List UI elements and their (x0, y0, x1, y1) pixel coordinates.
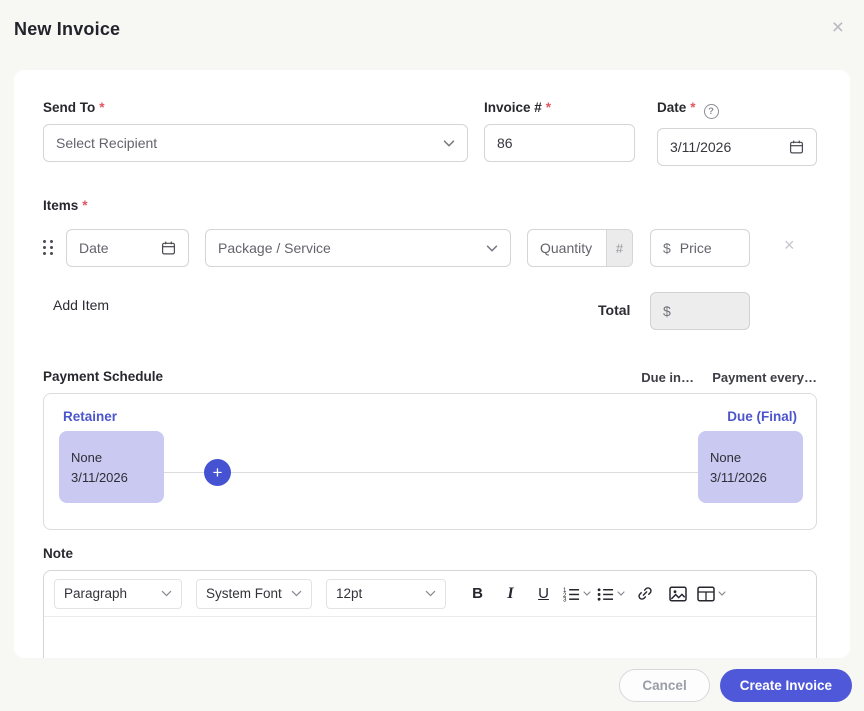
invoice-date-input-wrap (657, 128, 817, 166)
item-date-input[interactable] (79, 240, 161, 256)
send-to-field: Send To * Select Recipient (43, 100, 468, 162)
create-invoice-button[interactable]: Create Invoice (719, 669, 852, 702)
required-asterisk: * (545, 100, 552, 115)
quantity-input-wrap: # (527, 229, 633, 267)
block-format-value: Paragraph (64, 586, 128, 601)
invoice-number-label: Invoice # * (484, 100, 552, 115)
bullet-list-icon (597, 587, 614, 601)
price-input-wrap: $ (650, 229, 750, 267)
invoice-number-input[interactable] (497, 135, 622, 151)
link-button[interactable] (631, 580, 658, 608)
due-final-payment-card[interactable]: None 3/11/2026 (698, 431, 803, 503)
payment-every-column-header: Payment every… (712, 370, 817, 385)
font-size-value: 12pt (336, 586, 363, 601)
remove-item-icon[interactable]: × (784, 236, 795, 254)
block-format-select[interactable]: Paragraph (54, 578, 182, 609)
chevron-down-icon (161, 590, 172, 597)
chevron-down-icon (291, 590, 302, 597)
cancel-button[interactable]: Cancel (619, 669, 710, 702)
price-input[interactable] (679, 240, 737, 256)
total-input: $ (650, 292, 750, 330)
retainer-label: Retainer (63, 409, 118, 424)
required-asterisk: * (690, 100, 696, 115)
invoice-date-field: Date *? (657, 100, 817, 166)
invoice-date-label: Date *? (657, 100, 817, 119)
required-asterisk: * (82, 198, 88, 213)
chevron-down-icon (425, 590, 436, 597)
close-icon[interactable]: × (832, 17, 844, 38)
due-final-label: Due (Final) (727, 409, 797, 424)
retainer-amount: None (71, 449, 103, 465)
modal-title: New Invoice (14, 19, 121, 39)
invoice-date-input[interactable] (670, 139, 789, 155)
package-service-placeholder: Package / Service (218, 240, 331, 256)
note-editor: Paragraph System Font 12pt B I U 123 (43, 570, 817, 658)
item-date-input-wrap (66, 229, 189, 267)
font-size-select[interactable]: 12pt (326, 578, 446, 609)
add-item-button[interactable]: Add Item (53, 297, 109, 313)
currency-symbol: $ (663, 240, 671, 256)
payment-schedule-label: Payment Schedule (43, 369, 164, 384)
help-icon[interactable]: ? (703, 104, 719, 119)
font-family-value: System Font (206, 586, 282, 601)
retainer-date: 3/11/2026 (71, 469, 128, 485)
required-asterisk: * (99, 100, 105, 115)
chevron-down-icon (583, 591, 591, 596)
bold-button[interactable]: B (464, 580, 491, 608)
font-family-select[interactable]: System Font (196, 578, 312, 609)
payment-schedule-box: Retainer Due (Final) None 3/11/2026 + No… (43, 393, 817, 530)
insert-image-button[interactable] (664, 580, 691, 608)
invoice-number-input-wrap (484, 124, 635, 162)
table-icon (697, 586, 715, 601)
total-label: Total (598, 302, 631, 318)
send-to-placeholder: Select Recipient (56, 135, 158, 151)
send-to-label: Send To * (43, 100, 105, 115)
send-to-select[interactable]: Select Recipient (43, 124, 468, 162)
chevron-down-icon (443, 139, 455, 147)
timeline-connector (164, 472, 698, 473)
chevron-down-icon (617, 591, 625, 596)
modal-footer: Cancel Create Invoice (619, 669, 852, 702)
svg-text:3: 3 (563, 596, 567, 601)
link-icon (637, 587, 652, 600)
numbered-list-icon: 123 (563, 587, 580, 602)
due-final-amount: None (710, 449, 742, 465)
numbered-list-button[interactable]: 123 (563, 580, 591, 608)
retainer-payment-card[interactable]: None 3/11/2026 (59, 431, 164, 503)
invoice-form-card: Send To* Select Recipient Invoice #* Dat… (14, 70, 850, 658)
invoice-number-field: Invoice # * (484, 100, 635, 162)
table-button[interactable] (697, 580, 726, 608)
bullet-list-button[interactable] (597, 580, 625, 608)
note-toolbar: Paragraph System Font 12pt B I U 123 (44, 571, 816, 617)
chevron-down-icon (486, 244, 498, 252)
due-in-column-header: Due in… (641, 370, 694, 385)
italic-button[interactable]: I (497, 580, 524, 608)
note-label: Note (43, 546, 73, 561)
chevron-down-icon (718, 591, 726, 596)
due-final-date: 3/11/2026 (710, 469, 767, 485)
note-content-area[interactable] (44, 617, 816, 658)
quantity-input[interactable] (528, 240, 606, 256)
package-service-select[interactable]: Package / Service (205, 229, 511, 267)
add-payment-button[interactable]: + (204, 459, 231, 486)
image-icon (668, 586, 687, 601)
calendar-icon[interactable] (789, 139, 804, 155)
items-label: Items * (43, 198, 88, 213)
underline-button[interactable]: U (530, 580, 557, 608)
calendar-icon[interactable] (161, 240, 176, 256)
quantity-unit-suffix: # (606, 230, 632, 266)
drag-handle-icon[interactable] (43, 240, 53, 255)
currency-symbol: $ (663, 303, 671, 319)
